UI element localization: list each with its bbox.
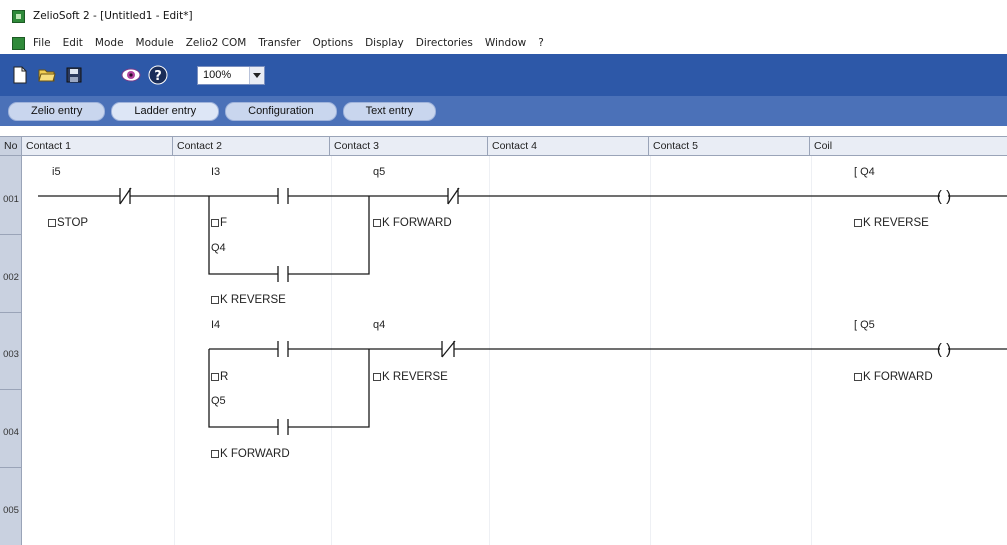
contact-q4-comment[interactable]: K REVERSE [373, 371, 448, 383]
contact-i3-comment[interactable]: F [211, 217, 227, 229]
branch-q4 [208, 196, 370, 275]
checkbox-icon [211, 296, 219, 304]
tab-zelio-entry[interactable]: Zelio entry [8, 101, 106, 121]
help-icon[interactable]: ? [148, 65, 168, 85]
coil-q5-symbol: ( ) [937, 341, 951, 358]
tab-ladder-entry-label: Ladder entry [134, 105, 197, 117]
coil-q4-comment[interactable]: K REVERSE [854, 217, 929, 229]
chevron-down-icon[interactable] [249, 66, 264, 84]
branch-q4-address[interactable]: Q4 [211, 242, 226, 254]
checkbox-icon [854, 373, 862, 381]
menu-help[interactable]: ? [538, 37, 544, 49]
checkbox-icon [211, 219, 219, 227]
menu-display[interactable]: Display [365, 37, 404, 49]
branch-q5-comment[interactable]: K FORWARD [211, 448, 290, 460]
branch-q5 [208, 349, 370, 428]
ladder-grid[interactable]: No Contact 1 Contact 2 Contact 3 Contact… [0, 126, 1007, 545]
contact-i5-address[interactable]: i5 [52, 166, 61, 178]
menu-window[interactable]: Window [485, 37, 526, 49]
menu-zelio2-com[interactable]: Zelio2 COM [186, 37, 247, 49]
contact-q5-comment-text: K FORWARD [382, 217, 452, 229]
contact-i4-address[interactable]: I4 [211, 319, 220, 331]
tab-configuration-label: Configuration [248, 105, 314, 117]
title-bar: ZelioSoft 2 - [Untitled1 - Edit*] [0, 0, 1007, 32]
branch-q4-comment[interactable]: K REVERSE [211, 294, 286, 306]
checkbox-icon [211, 450, 219, 458]
menu-directories[interactable]: Directories [416, 37, 473, 49]
checkbox-icon [211, 373, 219, 381]
contact-i4-comment-text: R [220, 371, 229, 383]
contact-i5-comment-text: STOP [57, 217, 89, 229]
branch-q5-address[interactable]: Q5 [211, 395, 226, 407]
toolbar: ? 100% [0, 54, 1007, 96]
zoom-select[interactable]: 100% [197, 65, 265, 85]
contact-i3-address[interactable]: I3 [211, 166, 220, 178]
branch-q4-comment-text: K REVERSE [220, 294, 286, 306]
new-document-icon[interactable] [10, 65, 30, 85]
menu-bar: File Edit Mode Module Zelio2 COM Transfe… [0, 32, 1007, 54]
menu-file[interactable]: File [33, 37, 51, 49]
branch-q5-comment-text: K FORWARD [220, 448, 290, 460]
tab-text-entry[interactable]: Text entry [342, 101, 437, 121]
coil-q5-comment-text: K FORWARD [863, 371, 933, 383]
coil-q5-comment[interactable]: K FORWARD [854, 371, 933, 383]
menu-mode[interactable]: Mode [95, 37, 124, 49]
nc-contact-i5 [119, 187, 132, 205]
tab-zelio-entry-label: Zelio entry [31, 105, 83, 117]
ladder-diagram: ( ) ( ) [38, 187, 1007, 435]
menu-module[interactable]: Module [136, 37, 174, 49]
menu-transfer[interactable]: Transfer [258, 37, 300, 49]
checkbox-icon [48, 219, 56, 227]
checkbox-icon [854, 219, 862, 227]
document-icon[interactable] [12, 36, 25, 50]
coil-q4-address[interactable]: [ Q4 [854, 166, 875, 178]
no-contact-i3 [277, 188, 289, 204]
svg-text:?: ? [154, 69, 162, 84]
app-logo-icon [12, 9, 25, 23]
menu-edit[interactable]: Edit [63, 37, 83, 49]
save-disk-icon[interactable] [64, 65, 84, 85]
zoom-value: 100% [203, 69, 232, 81]
contact-i5-comment[interactable]: STOP [48, 217, 88, 229]
no-contact-q4 [277, 266, 289, 282]
coil-q4-symbol: ( ) [937, 188, 951, 205]
no-contact-i4 [277, 341, 289, 357]
contact-i3-comment-text: F [220, 217, 228, 229]
contact-q5-address[interactable]: q5 [373, 166, 385, 178]
window-title: ZelioSoft 2 - [Untitled1 - Edit*] [33, 10, 193, 22]
nc-contact-q4 [441, 340, 456, 358]
checkbox-icon [373, 219, 381, 227]
tab-ladder-entry[interactable]: Ladder entry [111, 101, 220, 121]
contact-q4-address[interactable]: q4 [373, 319, 385, 331]
view-eye-icon[interactable] [121, 65, 141, 85]
contact-q5-comment[interactable]: K FORWARD [373, 217, 452, 229]
open-folder-icon[interactable] [37, 65, 57, 85]
tab-configuration[interactable]: Configuration [225, 101, 337, 121]
tab-text-entry-label: Text entry [365, 105, 414, 117]
nc-contact-q5 [447, 187, 460, 205]
contact-q4-comment-text: K REVERSE [382, 371, 448, 383]
coil-q5-address[interactable]: [ Q5 [854, 319, 875, 331]
menu-options[interactable]: Options [313, 37, 354, 49]
coil-q4-comment-text: K REVERSE [863, 217, 929, 229]
no-contact-q5 [277, 419, 289, 435]
contact-i4-comment[interactable]: R [211, 371, 228, 383]
checkbox-icon [373, 373, 381, 381]
mode-tab-strip: Zelio entry Ladder entry Configuration T… [0, 96, 1007, 126]
